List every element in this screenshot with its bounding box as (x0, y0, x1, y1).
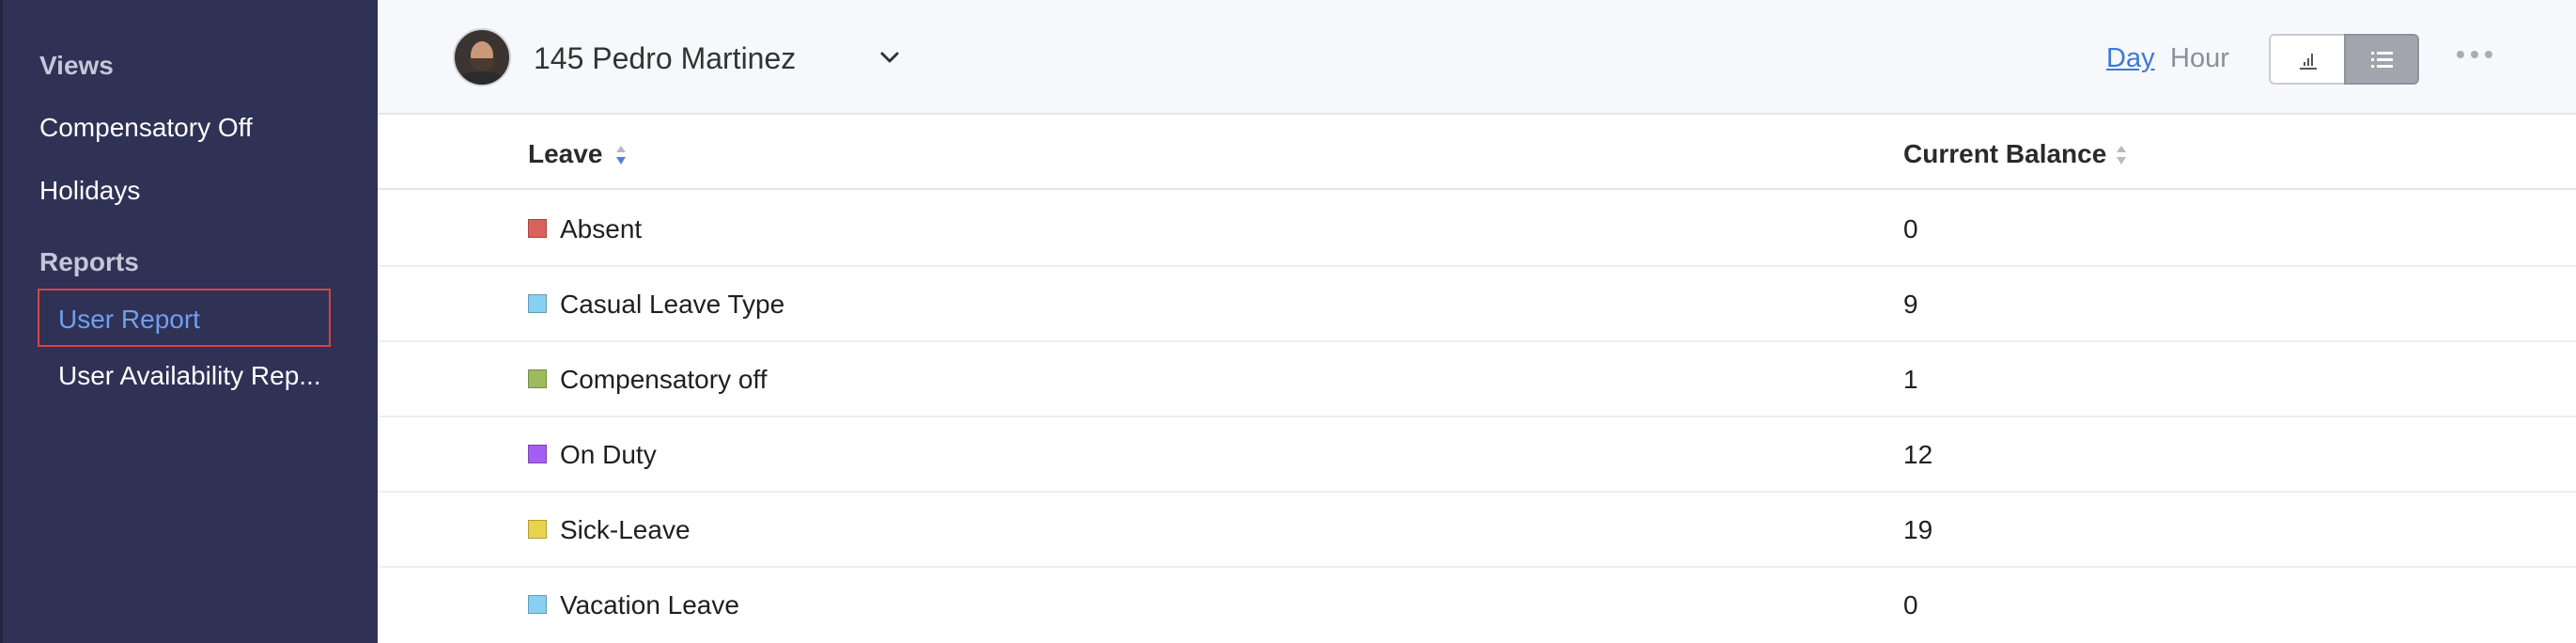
leave-balance: 19 (1903, 515, 1933, 544)
color-swatch (528, 520, 547, 539)
sidebar-item-user-report[interactable]: User Report (38, 289, 331, 347)
leave-balance: 0 (1903, 590, 1918, 619)
leave-type-name: Casual Leave Type (560, 290, 785, 319)
leave-type-name: Absent (560, 214, 643, 243)
leave-balance: 9 (1903, 290, 1918, 319)
leave-type-name: Compensatory off (560, 365, 768, 394)
avatar[interactable] (453, 28, 511, 86)
sidebar: Views Compensatory Off Holidays Reports … (0, 0, 378, 643)
hour-toggle-link[interactable]: Hour (2170, 43, 2229, 74)
sidebar-heading-reports[interactable]: Reports (39, 247, 139, 277)
sidebar-item-user-availability-report[interactable]: User Availability Rep... (58, 361, 321, 391)
table-row[interactable]: Absent 0 (378, 190, 2576, 267)
chart-view-button[interactable] (2269, 34, 2344, 85)
sidebar-item-compensatory-off[interactable]: Compensatory Off (39, 113, 253, 143)
sidebar-item-label: User Report (58, 305, 200, 334)
report-header: 145 Pedro Martinez Day Hour (378, 0, 2576, 115)
column-header-leave[interactable]: Leave (528, 139, 602, 169)
color-swatch (528, 369, 547, 388)
avatar-beard (470, 58, 494, 71)
chevron-down-icon[interactable] (879, 47, 900, 68)
sidebar-heading-views[interactable]: Views (39, 51, 114, 81)
color-swatch (528, 595, 547, 614)
bar-chart-icon (2300, 54, 2317, 70)
list-view-button[interactable] (2344, 34, 2419, 85)
color-swatch (528, 445, 547, 463)
color-swatch (528, 219, 547, 238)
leave-balance: 0 (1903, 214, 1918, 243)
leave-type-name: On Duty (560, 440, 657, 469)
table-row[interactable]: Casual Leave Type 9 (378, 265, 2576, 342)
table-row[interactable]: Sick-Leave 19 (378, 491, 2576, 568)
sidebar-item-holidays[interactable]: Holidays (39, 176, 140, 206)
day-toggle-link[interactable]: Day (2106, 43, 2155, 74)
sort-icon[interactable] (2115, 141, 2128, 169)
sort-icon[interactable] (614, 141, 628, 169)
leave-type-name: Sick-Leave (560, 515, 691, 544)
table-row[interactable]: Vacation Leave 0 (378, 566, 2576, 641)
column-header-current-balance[interactable]: Current Balance (1903, 139, 2106, 169)
leave-balance: 1 (1903, 365, 1918, 394)
user-selector-name[interactable]: 145 Pedro Martinez (534, 41, 796, 76)
table-row[interactable]: Compensatory off 1 (378, 340, 2576, 417)
sidebar-edge (0, 0, 3, 643)
color-swatch (528, 294, 547, 313)
leave-balance: 12 (1903, 440, 1933, 469)
table-row[interactable]: On Duty 12 (378, 416, 2576, 493)
list-icon (2371, 52, 2393, 68)
more-horizontal-icon[interactable] (2456, 49, 2493, 60)
avatar-shirt (459, 71, 504, 85)
leave-type-name: Vacation Leave (560, 590, 739, 619)
